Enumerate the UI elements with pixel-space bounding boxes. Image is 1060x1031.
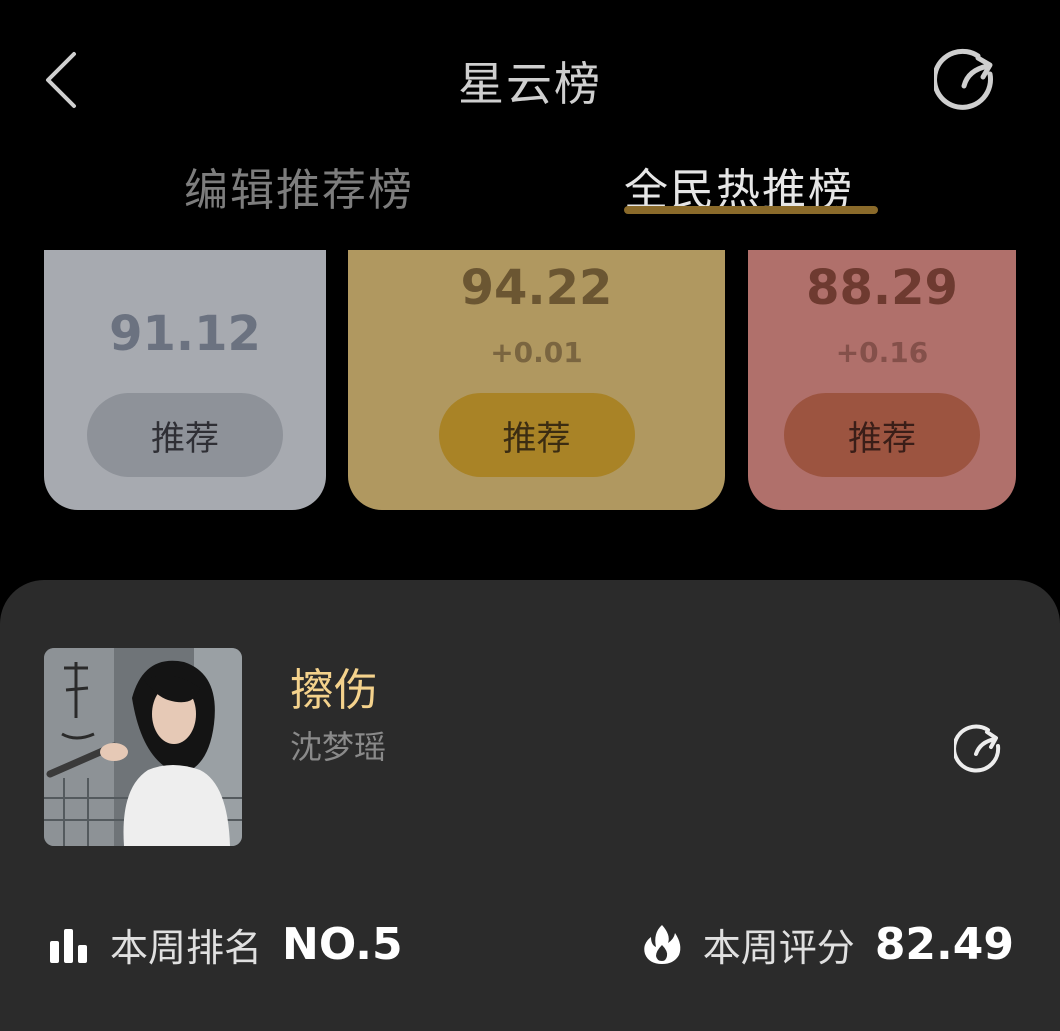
share-button[interactable] [932, 46, 1006, 118]
recommend-button[interactable]: 推荐 [438, 393, 635, 477]
podium-card-second: 91.12 推荐 [44, 250, 326, 510]
weekly-rank-label: 本周排名 [110, 925, 263, 970]
weekly-rank: 本周排名 NO.5 [48, 916, 403, 972]
bar-chart-icon [50, 929, 87, 963]
podium-score: 88.29 [806, 260, 958, 316]
album-cover-image [44, 648, 242, 846]
album-cover[interactable] [44, 648, 242, 846]
recommend-button[interactable]: 推荐 [784, 393, 980, 477]
song-panel: 擦伤 沈梦瑶 本周排名 NO.5 本周评分 82.49 [0, 580, 1060, 1031]
podium-delta: +0.16 [835, 336, 929, 369]
tab-editor-recommend[interactable]: 编辑推荐榜 [184, 154, 414, 218]
page-title: 星云榜 [458, 57, 602, 111]
song-title: 擦伤 [290, 665, 378, 716]
flame-icon [644, 925, 681, 964]
recommend-button[interactable]: 推荐 [87, 393, 283, 477]
artist-name: 沈梦瑶 [290, 728, 387, 766]
active-tab-underline [624, 206, 878, 214]
weekly-rank-value: NO.5 [282, 918, 403, 970]
page: 星云榜 编辑推荐榜 全民热推榜 91.12 推荐 94.22 +0.01 推荐 … [0, 0, 1060, 1031]
share-icon [952, 724, 1001, 773]
weekly-score-label: 本周评分 [702, 925, 855, 970]
podium-delta: +0.01 [490, 336, 583, 369]
weekly-score: 本周评分 82.49 [641, 916, 1014, 972]
share-icon [932, 48, 993, 110]
podium-score: 94.22 [460, 260, 613, 316]
podium-card-third: 88.29 +0.16 推荐 [748, 250, 1016, 510]
podium-score: 91.12 [109, 306, 261, 362]
podium-card-first: 94.22 +0.01 推荐 [348, 250, 725, 510]
song-share-button[interactable] [952, 724, 1008, 778]
weekly-score-value: 82.49 [874, 918, 1014, 970]
